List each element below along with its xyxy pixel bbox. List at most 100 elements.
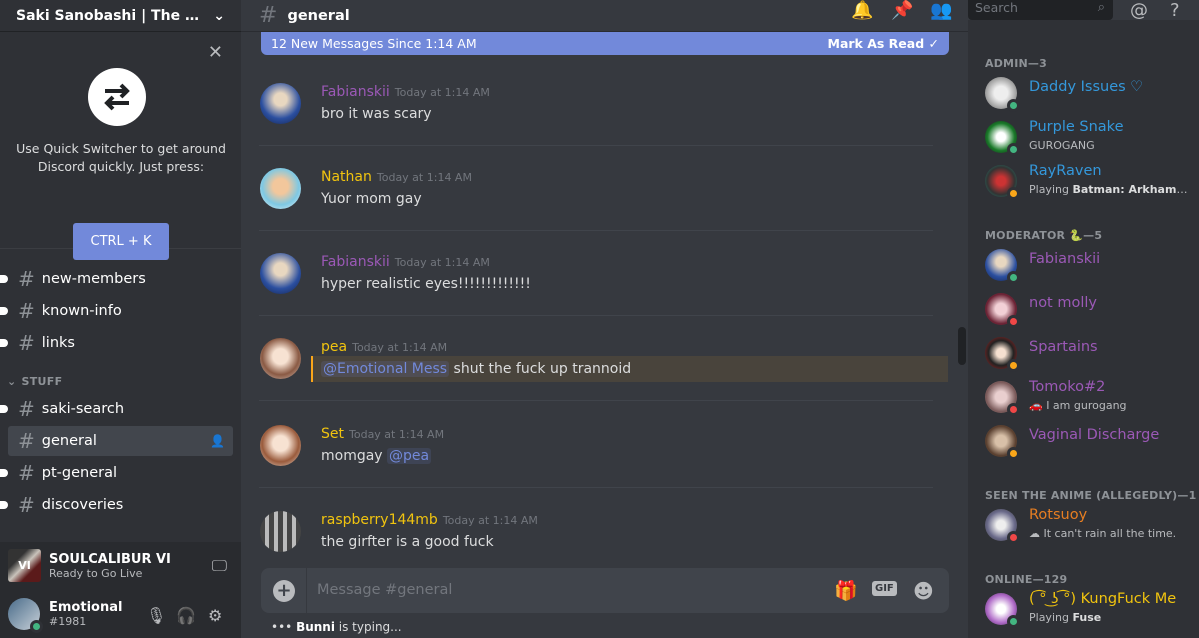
microphone-icon[interactable]: 🎙 [146,606,166,625]
author-name[interactable]: Set [321,426,344,442]
pin-icon[interactable]: 📌 [891,0,913,24]
search-input[interactable]: Search ⌕ [968,0,1113,20]
message-header: Nathan Today at 1:14 AM [321,169,472,185]
member-name: not molly [1029,295,1097,311]
member-name: RayRaven [1029,163,1102,179]
message: Nathan Today at 1:14 AM Yuor mom gay [241,146,951,231]
chevron-down-icon: ⌄ [7,375,17,388]
message-header: raspberry144mb Today at 1:14 AM [321,512,538,528]
upload-plus-icon[interactable]: + [273,580,295,602]
member-list-icon[interactable]: 👥 [930,0,952,24]
author-name[interactable]: Fabianskii [321,254,390,270]
author-name[interactable]: Nathan [321,169,372,185]
new-messages-text: 12 New Messages Since 1:14 AM [271,36,477,51]
unread-indicator [0,405,8,413]
member-item[interactable]: Rotsuoy ☁ It can't rain all the time. [985,505,1195,545]
message-text: Yuor mom gay [321,191,422,207]
avatar[interactable] [260,83,301,124]
member-item[interactable]: ( ͡° ͜ʖ ͡°) KungFuck Me Playing Fuse [985,589,1195,629]
go-live-icon[interactable]: 🖵 [212,556,227,576]
channel-list: # new-members # known-info # links ⌄ STUFF #… [0,262,241,522]
user-mention[interactable]: @Emotional Mess [321,361,450,377]
gif-button[interactable]: GIF [872,581,897,596]
user-panel: Emotional ... #1981 [0,589,241,638]
member-activity: Playing Fuse [1029,611,1189,624]
status-dnd [1007,403,1020,416]
mark-as-read-label: Mark As Read [827,36,925,51]
member-item[interactable]: Fabianskii [985,245,1195,285]
headphones-icon[interactable]: 🎧 [176,606,196,625]
gear-icon[interactable]: ⚙ [208,606,222,625]
member-item[interactable]: Purple Snake GUROGANG [985,117,1195,157]
message-header: Fabianskii Today at 1:14 AM [321,254,490,270]
user-mention[interactable]: @pea [387,448,432,464]
channel-pt-general[interactable]: # pt-general [0,458,233,488]
hash-icon: # [18,299,35,323]
channel-new-members[interactable]: # new-members [0,264,233,294]
avatar[interactable] [260,168,301,209]
message-header: Set Today at 1:14 AM [321,426,444,442]
activity-prefix: Playing [1029,183,1073,196]
message-body: momgay [321,448,388,464]
status-mobile [1007,143,1020,156]
timestamp: Today at 1:14 AM [352,341,448,354]
author-name[interactable]: Fabianskii [321,84,390,100]
server-header[interactable]: Saki Sanobashi | The Lost... ⌄ [0,0,241,32]
hash-icon: # [18,461,35,485]
divider [306,568,307,613]
quick-switcher-text: Use Quick Switcher to get around Discord… [16,141,226,174]
search-placeholder: Search [975,0,1018,15]
channel-name: discoveries [41,497,124,513]
emoji-icon[interactable]: ☻ [913,579,934,603]
bell-icon[interactable]: 🔔 [851,0,873,24]
scrollbar[interactable] [958,327,966,365]
mark-as-read-button[interactable]: Mark As Read ✓ [828,36,940,51]
member-item[interactable]: not molly [985,289,1195,329]
member-name: Daddy Issues ♡ [1029,79,1144,95]
search-icon: ⌕ [1097,0,1105,15]
status-idle [1007,187,1020,200]
quick-switcher-shortcut[interactable]: CTRL + K [73,223,169,260]
avatar[interactable] [260,338,301,379]
message-header: Fabianskii Today at 1:14 AM [321,84,490,100]
channel-links[interactable]: # links [0,328,233,358]
member-item[interactable]: Daddy Issues ♡ [985,73,1195,113]
role-header: ADMIN—3 [985,57,1047,70]
member-name: Tomoko#2 [1029,379,1106,395]
user-name: Emotional ... [49,599,127,615]
channel-discoveries[interactable]: # discoveries [0,490,233,520]
avatar[interactable] [260,425,301,466]
role-header: MODERATOR 🐍—5 [985,229,1103,242]
hash-icon: # [18,267,35,291]
message-input[interactable]: Message #general [317,582,452,598]
author-name[interactable]: raspberry144mb [321,512,438,528]
member-item[interactable]: RayRaven Playing Batman: Arkham City ... [985,161,1195,201]
category-stuff[interactable]: ⌄ STUFF [0,360,241,392]
channel-name: new-members [41,271,146,287]
avatar[interactable] [260,253,301,294]
member-item[interactable]: Spartains [985,333,1195,373]
message-text: momgay @pea [321,448,432,464]
author-name[interactable]: pea [321,339,347,355]
avatar[interactable] [8,597,43,633]
avatar[interactable] [260,511,301,552]
channel-general[interactable]: # general 👤 [8,426,233,456]
invite-icon[interactable]: 👤 [210,434,225,448]
hash-icon: # [18,493,35,517]
message: Set Today at 1:14 AM momgay @pea [241,403,951,488]
unread-indicator [0,275,8,283]
channel-known-info[interactable]: # known-info [0,296,233,326]
member-item[interactable]: Tomoko#2 🚗 I am gurogang [985,377,1195,417]
game-title: SOULCALIBUR VI [49,551,171,567]
member-name: Purple Snake [1029,119,1124,135]
channel-name: pt-general [41,465,117,481]
divider [259,400,933,401]
close-icon[interactable]: ✕ [208,42,223,63]
new-messages-bar[interactable]: 12 New Messages Since 1:14 AM Mark As Re… [261,32,949,55]
hash-icon: # [18,331,35,355]
gift-icon[interactable]: 🎁 [834,579,858,602]
chevron-down-icon: ⌄ [213,7,225,24]
member-item[interactable]: Vaginal Discharge [985,421,1195,461]
channel-saki-search[interactable]: # saki-search [0,394,233,424]
game-activity-panel: VI SOULCALIBUR VI Ready to Go Live 🖵 [0,542,241,589]
